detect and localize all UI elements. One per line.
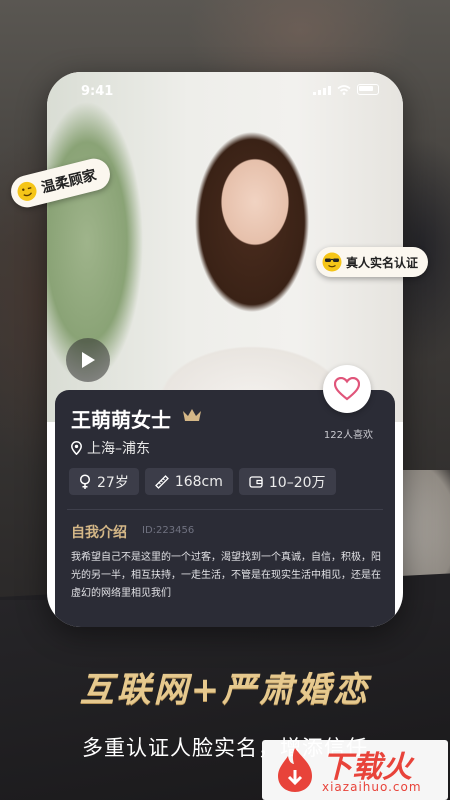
location-text: 上海–浦东 (87, 441, 150, 457)
tag-income: 10–20万 (238, 468, 336, 495)
tag-height-label: 168cm (174, 473, 223, 490)
fire-logo-icon (278, 748, 312, 792)
crown-icon (183, 409, 201, 421)
profile-tags: 27岁 168cm 10–20万 (69, 468, 336, 495)
likes-count: 122人喜欢 (323, 430, 373, 441)
battery-icon (357, 84, 379, 95)
wifi-icon (337, 84, 351, 95)
watermark: 下载火 xiazaihuo.com (262, 740, 448, 800)
location-row: 上海–浦东 (71, 438, 150, 458)
card-divider (67, 509, 383, 510)
play-icon (82, 352, 95, 368)
tag-height: 168cm (144, 468, 233, 495)
wallet-icon (249, 475, 263, 488)
intro-text: 我希望自己不是这里的一个过客，渴望找到一个真诚，自信，积极，阳光的另一半，相互扶… (71, 552, 381, 599)
wink-emoji-icon (17, 181, 37, 201)
watermark-url: xiazaihuo.com (322, 780, 422, 794)
status-time: 9:41 (81, 84, 114, 99)
tag-income-label: 10–20万 (268, 474, 326, 491)
like-button[interactable] (323, 365, 371, 413)
play-video-button[interactable] (66, 338, 110, 382)
location-pin-icon (71, 441, 82, 455)
tag-age-label: 27岁 (97, 474, 129, 491)
tag-age: 27岁 (69, 468, 139, 495)
verified-badge: 真人实名认证 (316, 247, 429, 277)
sunglasses-emoji-icon (322, 252, 342, 272)
profile-card: 王萌萌女士 上海–浦东 122人喜欢 27岁 168cm 10–20万 自我介绍… (55, 365, 395, 627)
promo-headline: 互联网+严肃婚恋 (79, 670, 371, 710)
status-bar: 9:41 (47, 72, 403, 112)
phone-mockup: 9:41 王萌萌女士 上海–浦东 122人喜欢 27岁 168cm 10–20万… (47, 72, 403, 627)
profile-name: 王萌萌女士 (71, 408, 171, 432)
heart-icon (334, 377, 360, 401)
verified-badge-label: 真人实名认证 (346, 255, 419, 270)
intro-title: 自我介绍 (71, 525, 127, 541)
signal-icon (313, 85, 331, 95)
status-icons (313, 84, 379, 95)
ruler-icon (154, 474, 169, 489)
intro-id: ID:223456 (142, 525, 195, 536)
female-icon (79, 473, 91, 489)
